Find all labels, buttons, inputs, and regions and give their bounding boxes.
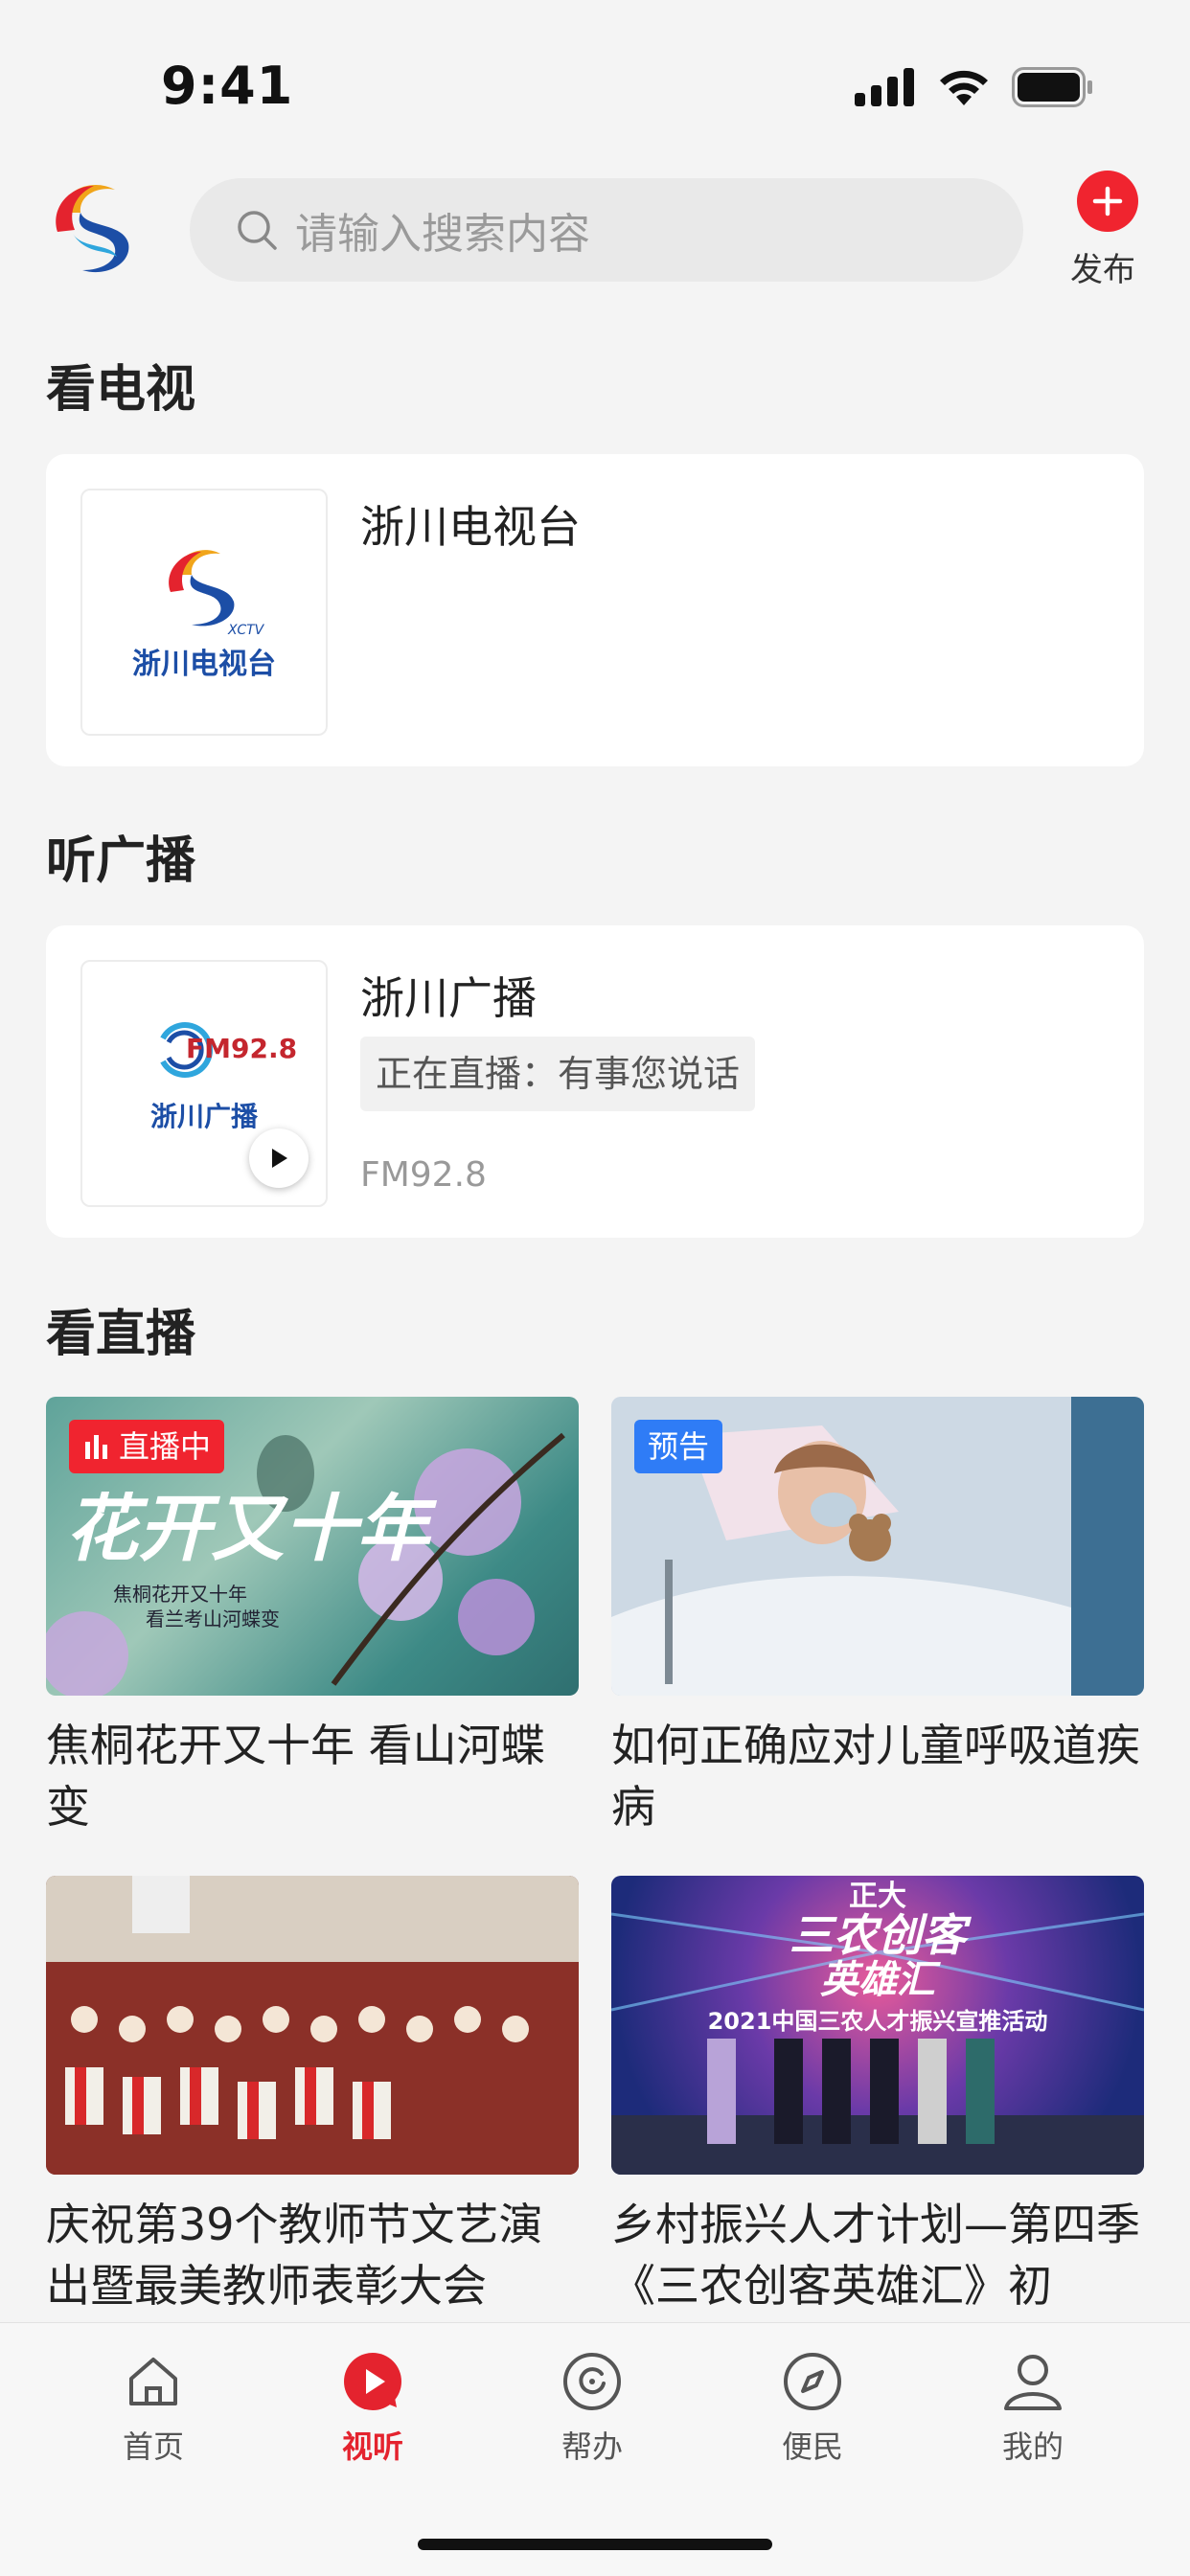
wifi-icon <box>940 70 988 105</box>
preview-badge-label: 预告 <box>648 1428 710 1465</box>
live-item-title: 焦桐花开又十年 看山河蝶变 <box>46 1720 545 1833</box>
radio-station-name: 浙川广播 <box>360 972 537 1024</box>
live-thumbnail: 花开又十年 焦桐花开又十年 看兰考山河蝶变 直播中 <box>46 1397 579 1696</box>
thumbnail-art-main2: 英雄汇 <box>820 1958 935 2002</box>
live-thumbnail <box>46 1876 579 2175</box>
live-item[interactable]: 预告 如何正确应对儿童呼吸道疾病 <box>611 1397 1144 1837</box>
status-icons <box>855 67 1094 107</box>
tv-station-card[interactable]: XCTV 浙川电视台 浙川电视台 <box>46 454 1144 766</box>
live-item[interactable]: 花开又十年 焦桐花开又十年 看兰考山河蝶变 直播中 焦桐花开又十年 看山河蝶变 <box>46 1397 579 1837</box>
play-icon <box>272 1149 287 1168</box>
home-icon <box>129 2358 177 2405</box>
live-badge-label: 直播中 <box>119 1428 212 1465</box>
status-time: 9:41 <box>161 56 294 116</box>
live-item-title: 如何正确应对儿童呼吸道疾病 <box>611 1720 1140 1833</box>
tab-services[interactable]: 便民 <box>736 2348 889 2467</box>
tv-station-name: 浙川电视台 <box>360 501 581 553</box>
status-bar: 9:41 <box>0 0 1190 144</box>
live-thumbnail: 预告 <box>611 1397 1144 1696</box>
tab-profile-label: 我的 <box>1001 2428 1064 2465</box>
now-playing-tag: 正在直播：有事您说话 <box>360 1037 756 1111</box>
live-item[interactable]: 庆祝第39个教师节文艺演出暨最美教师表彰大会 <box>46 1876 579 2316</box>
add-icon <box>1077 171 1138 232</box>
preview-badge: 预告 <box>634 1420 723 1473</box>
live-badge: 直播中 <box>69 1420 225 1473</box>
search-input[interactable]: 请输入搜索内容 <box>295 199 590 261</box>
radio-logo-text: 浙川广播 <box>149 1101 258 1132</box>
publish-button[interactable]: 发布 <box>1069 171 1146 290</box>
tv-section-title: 看电视 <box>46 361 196 419</box>
user-icon <box>1004 2355 1062 2410</box>
tab-profile[interactable]: 我的 <box>956 2348 1110 2467</box>
publish-label: 发布 <box>1070 251 1135 289</box>
search-bar[interactable]: 请输入搜索内容 <box>190 178 1023 282</box>
live-section-title: 看直播 <box>46 1306 196 1363</box>
tab-services-label: 便民 <box>781 2428 843 2465</box>
tv-logo-text: 浙川电视台 <box>132 648 276 681</box>
play-icon <box>344 2353 401 2410</box>
thumbnail-art-title: 花开又十年 <box>65 1486 429 1571</box>
cellular-signal-icon <box>855 68 914 106</box>
tab-home-label: 首页 <box>122 2428 184 2465</box>
help-icon <box>563 2353 621 2410</box>
radio-frequency: FM92.8 <box>360 1155 487 1195</box>
tv-station-logo: XCTV 浙川电视台 <box>80 489 328 736</box>
tab-media[interactable]: 视听 <box>296 2348 449 2467</box>
search-icon <box>238 211 277 250</box>
app-logo[interactable] <box>44 174 144 280</box>
header: 请输入搜索内容 发布 <box>0 163 1190 297</box>
logo-sub-text: XCTV <box>227 623 265 638</box>
live-item-title: 乡村振兴人才计划—第四季《三农创客英雄汇》初 <box>611 2199 1140 2312</box>
live-item[interactable]: 正大 三农创客 英雄汇 2021中国三农人才振兴宣推活动 乡村振兴人才计划—第四… <box>611 1876 1144 2316</box>
tab-help[interactable]: 帮办 <box>515 2348 669 2467</box>
radio-station-card[interactable]: FM92.8 浙川广播 浙川广播 正在直播：有事您说话 FM92.8 <box>46 925 1144 1238</box>
thumbnail-art-line: 焦桐花开又十年 <box>113 1583 247 1606</box>
live-thumbnail: 正大 三农创客 英雄汇 2021中国三农人才振兴宣推活动 <box>611 1876 1144 2175</box>
play-button[interactable] <box>249 1128 309 1188</box>
home-indicator <box>418 2539 772 2550</box>
live-item-title: 庆祝第39个教师节文艺演出暨最美教师表彰大会 <box>46 2199 543 2312</box>
radio-logo-freq: FM92.8 <box>186 1033 298 1064</box>
radio-station-logo: FM92.8 浙川广播 <box>80 960 328 1207</box>
thumbnail-art-sub: 2021中国三农人才振兴宣推活动 <box>707 2008 1048 2035</box>
live-bars-icon <box>85 1435 107 1459</box>
battery-icon <box>1012 67 1092 107</box>
tab-help-label: 帮办 <box>561 2428 623 2465</box>
tab-media-label: 视听 <box>341 2428 403 2465</box>
radio-section-title: 听广播 <box>46 832 196 890</box>
thumbnail-art-line: 看兰考山河蝶变 <box>146 1607 280 1630</box>
compass-icon <box>784 2353 841 2410</box>
tab-home[interactable]: 首页 <box>77 2348 230 2467</box>
